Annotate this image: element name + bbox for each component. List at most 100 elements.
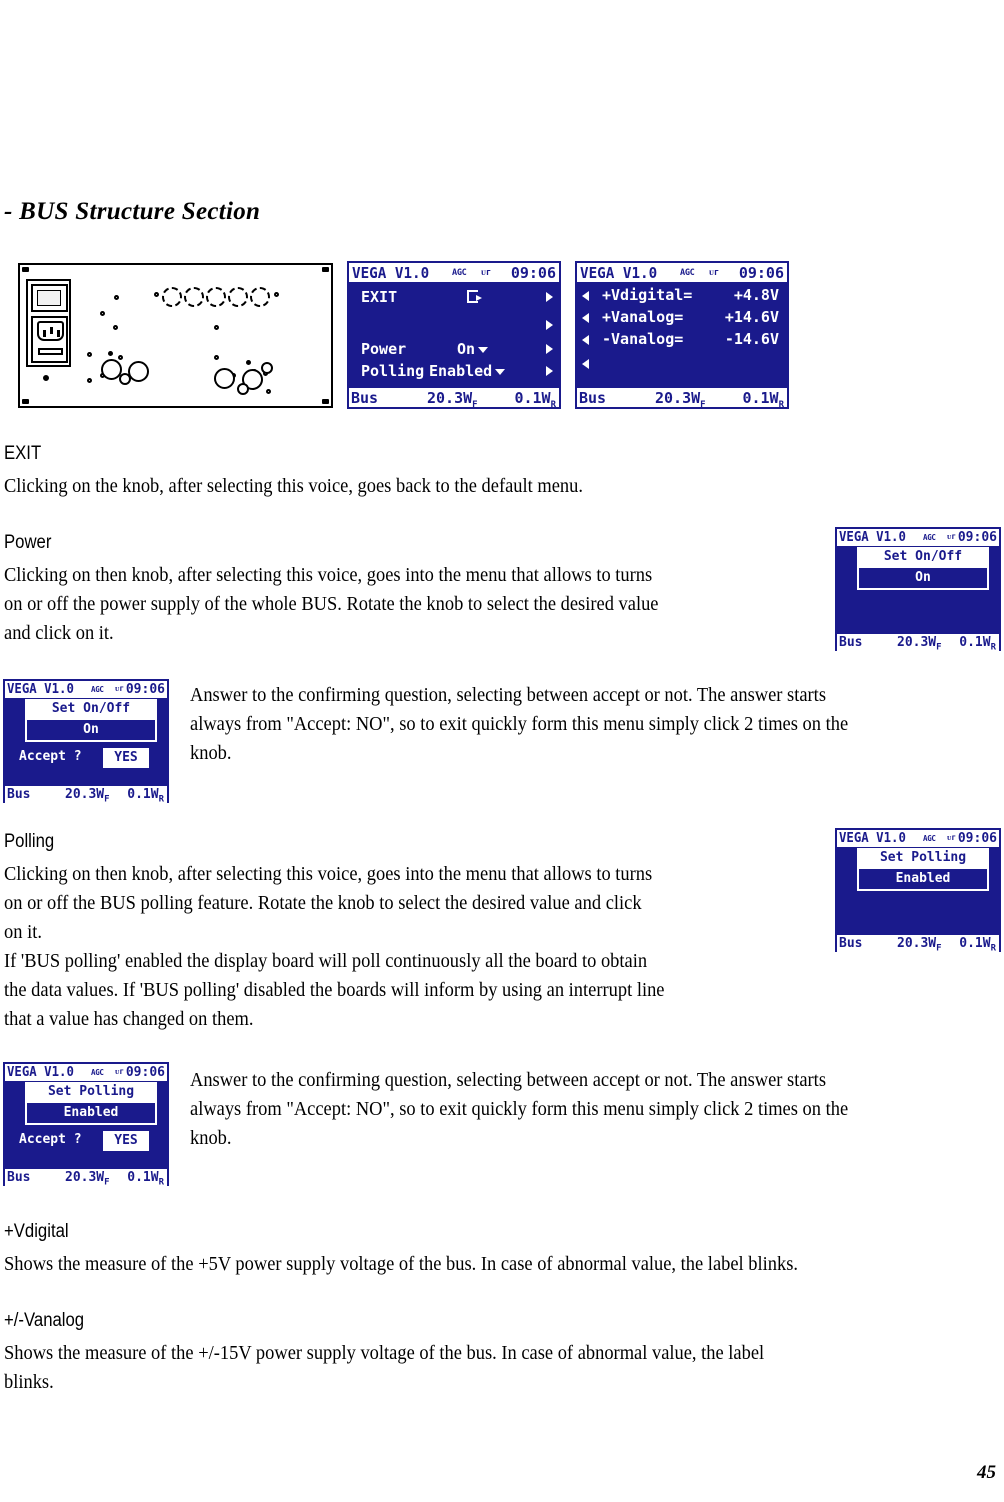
paragraph-polling-line5: the data values. If 'BUS polling' disabl… [4, 979, 665, 1001]
iec-inlet-socket [37, 321, 64, 341]
paragraph-power-line1: Clicking on then knob, after selecting t… [4, 564, 653, 586]
bnc-cutout [162, 287, 182, 307]
lcd-clock: 09:06 [125, 1065, 165, 1080]
menu-item-power-label[interactable]: Power [361, 340, 406, 358]
agc-indicator: AGC [923, 834, 936, 843]
voltage-value-vanalog-pos: +14.6V [724, 308, 779, 326]
scroll-right-icon[interactable] [546, 320, 553, 330]
accept-yes-button[interactable]: YES [103, 1131, 149, 1151]
set-polling-value[interactable]: Enabled [857, 867, 989, 891]
set-onoff-banner: Set On/Off [857, 547, 989, 566]
lcd-brand: VEGA V1.0 [839, 831, 906, 846]
lcd-footer: Bus 20.3WF 0.1WR [837, 935, 999, 954]
scroll-left-icon[interactable] [582, 359, 589, 369]
agc-symbol-icon: ᴜг [947, 833, 957, 842]
chevron-down-icon[interactable] [478, 346, 489, 353]
heading-exit: EXIT [4, 443, 42, 464]
lcd-footer: Bus 20.3WF 0.1WR [349, 388, 559, 410]
menu-item-polling-value[interactable]: Enabled [429, 362, 506, 380]
panel-corner-br [322, 399, 329, 404]
voltage-label-vdigital: +Vdigital= [602, 286, 693, 304]
bnc-cutout [206, 287, 226, 307]
mounting-hole [87, 378, 92, 383]
agc-indicator: AGC [91, 1068, 104, 1077]
power-entry-module [26, 279, 71, 367]
footer-bus-label: Bus [7, 787, 31, 802]
iec-pin-earth [50, 327, 53, 334]
agc-symbol-icon: ᴜг [947, 532, 957, 541]
set-polling-banner: Set Polling [857, 848, 989, 867]
mounting-hole [113, 325, 118, 330]
panel-corner-bl [22, 399, 29, 404]
footer-reflected-power: 0.1WR [127, 787, 164, 805]
scroll-left-icon[interactable] [582, 291, 589, 301]
set-onoff-value[interactable]: On [25, 718, 157, 742]
exit-icon[interactable] [467, 290, 482, 303]
paragraph-power-accept-line1: Answer to the confirming question, selec… [190, 684, 827, 706]
footer-forward-power: 20.3WF [65, 787, 110, 805]
rear-panel-diagram [18, 263, 333, 408]
menu-item-exit-label[interactable]: EXIT [361, 288, 397, 306]
fuse-holder [38, 348, 63, 355]
lcd-header: VEGA V1.0 AGC ᴜг 09:06 [5, 1064, 167, 1081]
paragraph-polling-line2: on or off the BUS polling feature. Rotat… [4, 892, 642, 914]
lcd-clock: 09:06 [957, 831, 997, 846]
lcd-voltage-readout[interactable]: VEGA V1.0 AGC ᴜг 09:06 +Vdigital= +4.8V … [575, 261, 789, 410]
lcd-footer: Bus 20.3WF 0.1WR [5, 1169, 167, 1188]
mounting-hole [214, 325, 219, 330]
iec-inlet [31, 316, 68, 363]
scroll-left-icon[interactable] [582, 313, 589, 323]
agc-indicator: AGC [680, 268, 695, 278]
lcd-set-polling[interactable]: VEGA V1.0 AGC ᴜг 09:06 Set Polling Enabl… [835, 828, 1001, 954]
chevron-down-icon[interactable] [495, 368, 506, 375]
lcd-clock: 09:06 [510, 264, 556, 282]
page-number: 45 [977, 1462, 996, 1483]
voltage-value-vdigital: +4.8V [733, 286, 779, 304]
accept-question-label: Accept ? [19, 749, 82, 764]
set-polling-value[interactable]: Enabled [25, 1101, 157, 1125]
menu-item-polling-label[interactable]: Polling [361, 362, 424, 380]
heading-power: Power [4, 532, 52, 553]
footer-bus-label: Bus [579, 389, 607, 407]
paragraph-power-accept-line2: always from "Accept: NO", so to exit qui… [190, 713, 849, 735]
menu-item-power-value[interactable]: On [457, 340, 489, 358]
accept-yes-button[interactable]: YES [103, 748, 149, 768]
lcd-brand: VEGA V1.0 [7, 682, 74, 697]
voltage-label-vanalog-pos: +Vanalog= [602, 308, 684, 326]
scroll-left-icon[interactable] [582, 335, 589, 345]
panel-corner-tl [22, 267, 29, 272]
power-value-text: On [457, 340, 476, 358]
lcd-set-onoff-accept[interactable]: VEGA V1.0 AGC ᴜг 09:06 Set On/Off On Acc… [3, 679, 169, 805]
mounting-hole [214, 355, 219, 360]
agc-symbol-icon: ᴜг [115, 684, 125, 693]
connector-cutout [214, 368, 235, 389]
agc-indicator: AGC [452, 268, 467, 278]
paragraph-power-line3: and click on it. [4, 622, 114, 644]
lcd-footer: Bus 20.3WF 0.1WR [577, 388, 787, 410]
set-onoff-value[interactable]: On [857, 566, 989, 590]
set-onoff-banner: Set On/Off [25, 699, 157, 718]
paragraph-polling-line1: Clicking on then knob, after selecting t… [4, 863, 653, 885]
footer-forward-power: 20.3WF [897, 936, 942, 954]
mounting-hole [87, 352, 92, 357]
heading-vanalog: +/-Vanalog [4, 1310, 85, 1331]
connector-cutout-small [237, 383, 249, 395]
scroll-right-icon[interactable] [546, 292, 553, 302]
lcd-set-polling-accept[interactable]: VEGA V1.0 AGC ᴜг 09:06 Set Polling Enabl… [3, 1062, 169, 1188]
lcd-set-onoff[interactable]: VEGA V1.0 AGC ᴜг 09:06 Set On/Off On Bus… [835, 527, 1001, 653]
iec-pin-left [43, 330, 46, 337]
scroll-right-icon[interactable] [546, 366, 553, 376]
lcd-brand: VEGA V1.0 [580, 264, 658, 282]
scroll-right-icon[interactable] [546, 344, 553, 354]
lcd-header: VEGA V1.0 AGC ᴜг 09:06 [577, 263, 787, 282]
power-switch [31, 284, 68, 312]
lcd-main-menu[interactable]: VEGA V1.0 AGC ᴜг 09:06 EXIT Power On Pol… [347, 261, 561, 410]
lcd-setonoff-body: Set On/Off On [837, 546, 999, 634]
agc-indicator: AGC [91, 685, 104, 694]
bnc-cutout [250, 287, 270, 307]
mounting-stud [246, 360, 251, 365]
footer-forward-power: 20.3WF [897, 635, 942, 653]
lcd-footer: Bus 20.3WF 0.1WR [837, 634, 999, 653]
document-page: - BUS Structure Section VEGA V1.0 AGC ᴜг… [0, 0, 1004, 1502]
footer-forward-power: 20.3WF [65, 1170, 110, 1188]
